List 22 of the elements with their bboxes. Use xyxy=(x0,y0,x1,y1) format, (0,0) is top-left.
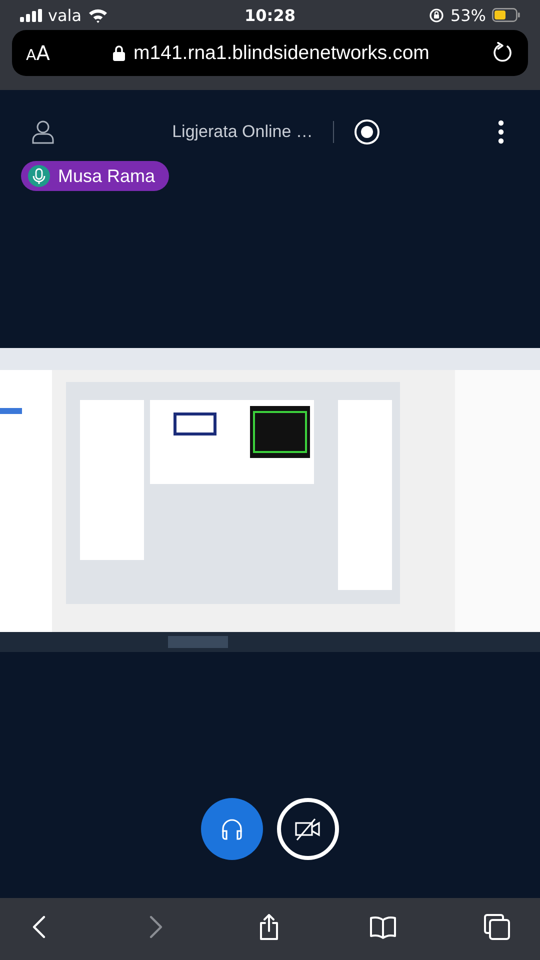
battery-percentage: 53% xyxy=(450,6,486,24)
microphone-icon xyxy=(28,165,50,187)
text-size-button[interactable]: AA xyxy=(26,41,50,65)
bookmarks-button[interactable] xyxy=(370,914,396,940)
signal-icon xyxy=(20,8,42,22)
rotation-lock-icon xyxy=(429,8,444,22)
clock-time: 10:28 xyxy=(244,6,296,24)
talking-indicator[interactable]: Musa Rama xyxy=(21,161,170,191)
reload-icon[interactable] xyxy=(492,42,514,64)
battery-icon xyxy=(492,8,520,22)
more-options-icon[interactable] xyxy=(498,120,504,144)
meeting-title: Ligjerata Online … xyxy=(172,122,313,142)
url-text: m141.rna1.blindsidenetworks.com xyxy=(134,42,430,64)
wifi-icon xyxy=(88,8,108,22)
video-camera-off-icon xyxy=(293,816,323,842)
lock-icon xyxy=(112,45,125,61)
carrier-name: vala xyxy=(48,6,82,24)
user-icon[interactable] xyxy=(32,120,54,144)
headphones-icon xyxy=(219,816,245,842)
tabs-button[interactable] xyxy=(484,914,510,940)
recording-indicator-icon[interactable] xyxy=(354,119,380,145)
address-bar[interactable]: AA m141.rna1.blindsidenetworks.com xyxy=(12,30,528,76)
